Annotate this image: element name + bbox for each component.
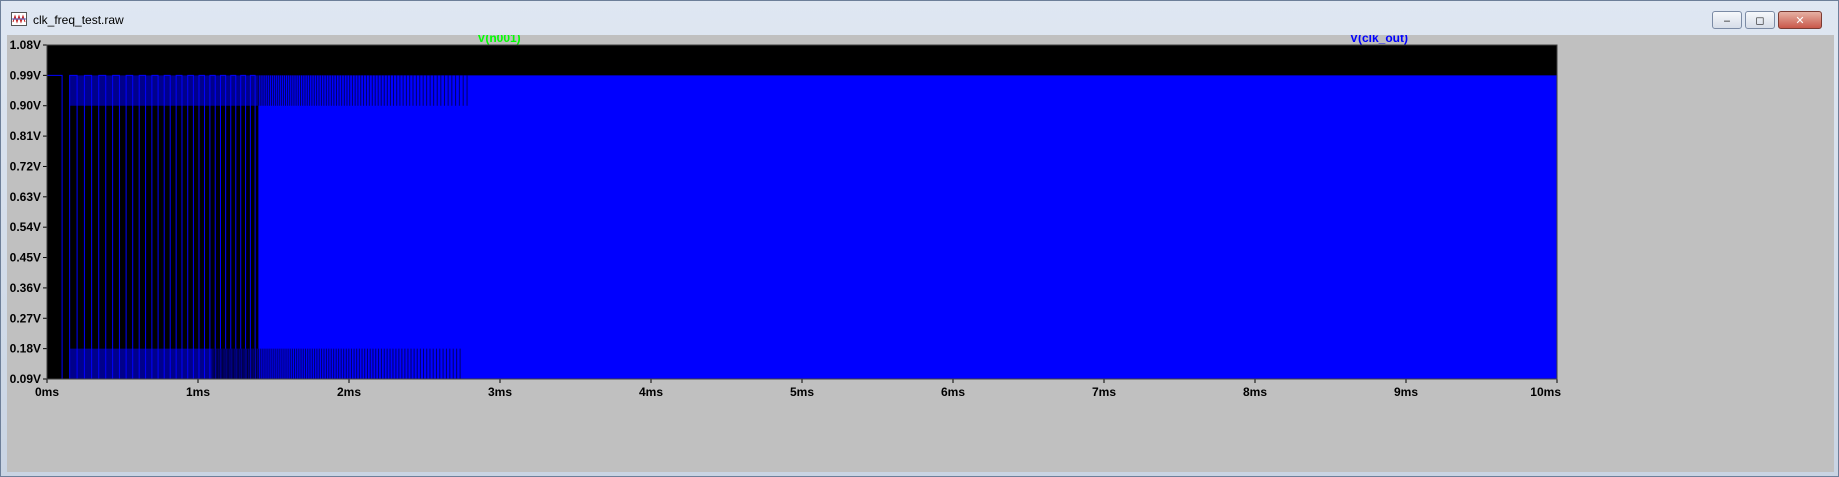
x-tick-label: 0ms xyxy=(35,385,59,399)
x-tick-label: 1ms xyxy=(186,385,210,399)
x-tick-label: 9ms xyxy=(1394,385,1418,399)
y-tick-label: 0.63V xyxy=(10,190,41,204)
x-tick-label: 5ms xyxy=(790,385,814,399)
x-tick-label: 7ms xyxy=(1092,385,1116,399)
waveform-viewer-window: clk_freq_test.raw ‒ ◻ ✕ 1.08V 0.99V 0.90V 0… xyxy=(0,0,1839,477)
x-tick-label: 8ms xyxy=(1243,385,1267,399)
y-tick-label: 0.99V xyxy=(10,68,41,82)
y-tick-label: 1.08V xyxy=(10,38,41,52)
y-tick-label: 0.72V xyxy=(10,159,41,173)
waveform-plot[interactable]: 1.08V 0.99V 0.90V 0.81V 0.72V 0.63V 0.54V 0.45V… xyxy=(7,35,1834,472)
trace-label-clk-out: V(clk_out) xyxy=(1350,35,1408,45)
y-tick-label: 0.18V xyxy=(10,342,41,356)
minimize-button[interactable]: ‒ xyxy=(1712,11,1742,29)
window-title: clk_freq_test.raw xyxy=(33,13,124,27)
x-tick-label: 4ms xyxy=(639,385,663,399)
plot-pane[interactable]: 1.08V 0.99V 0.90V 0.81V 0.72V 0.63V 0.54V 0.45V… xyxy=(7,35,1834,472)
y-tick-label: 0.54V xyxy=(10,220,41,234)
trace-label-n001: V(n001) xyxy=(477,35,520,45)
clk-out-trace-high-band xyxy=(69,75,259,106)
y-tick-label: 0.45V xyxy=(10,251,41,265)
y-tick-label: 0.36V xyxy=(10,281,41,295)
minimize-icon: ‒ xyxy=(1723,13,1731,27)
y-tick-label: 0.81V xyxy=(10,129,41,143)
x-tick-label: 3ms xyxy=(488,385,512,399)
waveform-app-icon xyxy=(11,12,27,26)
maximize-icon: ◻ xyxy=(1755,13,1765,27)
y-tick-label: 0.09V xyxy=(10,372,41,386)
close-button[interactable]: ✕ xyxy=(1778,11,1822,29)
x-tick-label: 6ms xyxy=(941,385,965,399)
title-bar[interactable]: clk_freq_test.raw ‒ ◻ ✕ xyxy=(1,1,1838,35)
x-tick-label: 10ms xyxy=(1530,385,1561,399)
clk-out-trace-dense xyxy=(258,75,1557,379)
x-tick-label: 2ms xyxy=(337,385,361,399)
y-tick-label: 0.90V xyxy=(10,99,41,113)
maximize-button[interactable]: ◻ xyxy=(1745,11,1775,29)
y-tick-label: 0.27V xyxy=(10,311,41,325)
close-icon: ✕ xyxy=(1795,13,1805,27)
